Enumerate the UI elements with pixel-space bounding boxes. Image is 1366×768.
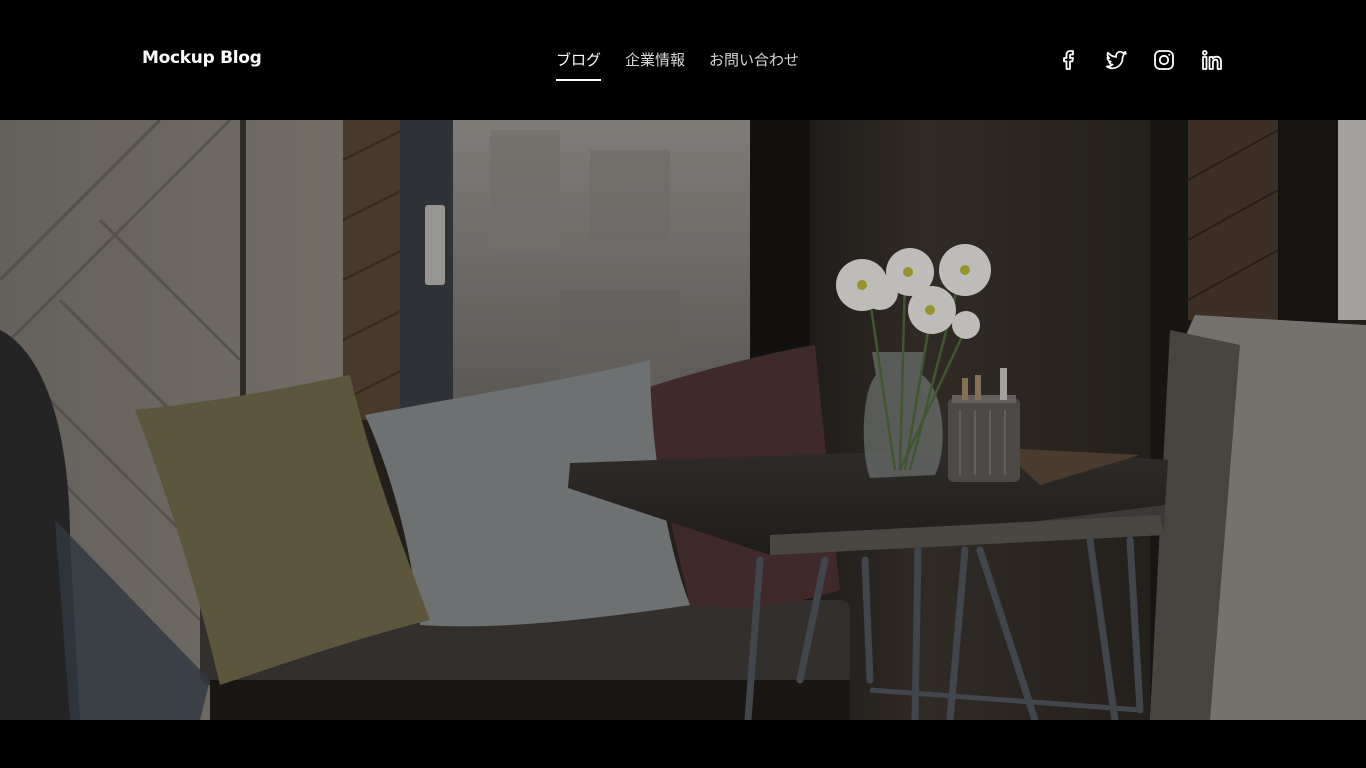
instagram-icon[interactable] (1151, 47, 1177, 73)
hero-image (0, 120, 1366, 720)
cafe-scene-image (0, 120, 1366, 720)
footer-strip (0, 720, 1366, 768)
site-header: Mockup Blog ブログ 企業情報 お問い合わせ (0, 0, 1366, 120)
facebook-icon[interactable] (1055, 47, 1081, 73)
main-nav: ブログ 企業情報 お問い合わせ (556, 49, 823, 81)
site-logo[interactable]: Mockup Blog (142, 48, 262, 68)
social-links (1055, 47, 1247, 73)
linkedin-icon[interactable] (1199, 47, 1225, 73)
nav-item-blog[interactable]: ブログ (556, 49, 602, 81)
twitter-icon[interactable] (1103, 47, 1129, 73)
nav-item-company[interactable]: 企業情報 (625, 49, 685, 80)
nav-item-contact[interactable]: お問い合わせ (709, 49, 799, 80)
